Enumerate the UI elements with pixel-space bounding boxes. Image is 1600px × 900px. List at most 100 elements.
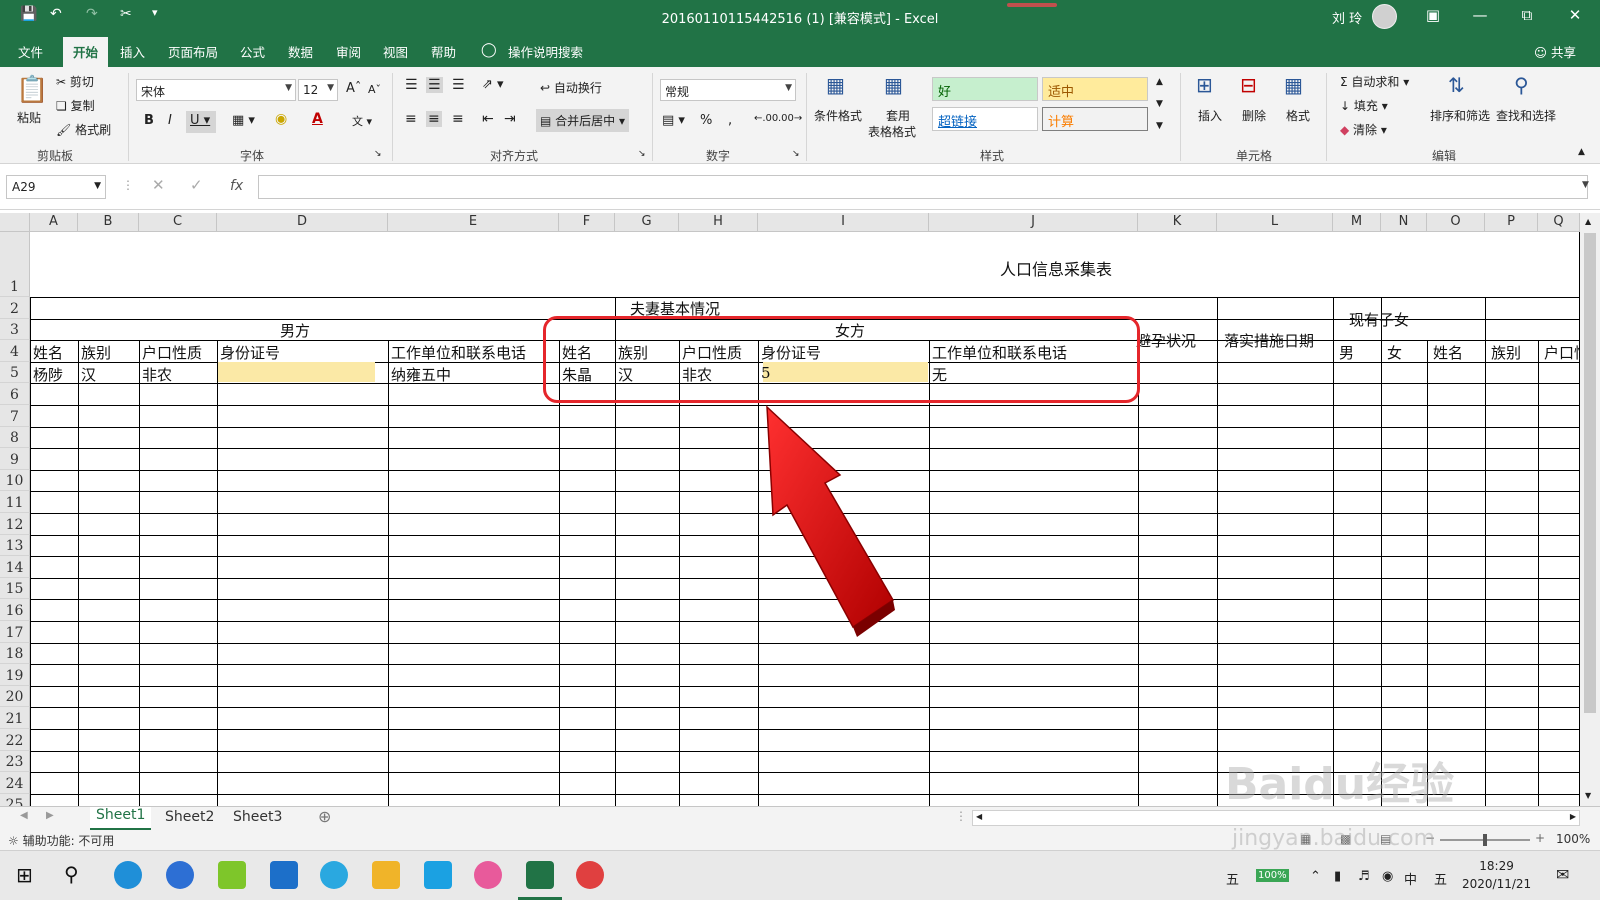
- select-all-corner[interactable]: [0, 213, 30, 232]
- app-green-icon[interactable]: [218, 861, 246, 889]
- column-header-l[interactable]: L: [1217, 213, 1333, 232]
- row-header-18[interactable]: 18: [0, 642, 30, 665]
- close-icon[interactable]: ✕: [1560, 6, 1590, 24]
- network-icon[interactable]: ◉: [1382, 869, 1393, 884]
- autosum-button[interactable]: Σ 自动求和 ▾: [1340, 73, 1409, 90]
- dialog-launcher-icon[interactable]: ↘: [374, 149, 382, 159]
- row-header-12[interactable]: 12: [0, 513, 30, 535]
- file-explorer-icon[interactable]: [372, 861, 400, 889]
- scroll-left-icon[interactable]: ◀: [976, 812, 982, 821]
- sheet-tab-2[interactable]: Sheet2: [165, 809, 214, 825]
- fill-button[interactable]: ↓ 填充 ▾: [1340, 97, 1388, 114]
- app-flame-icon[interactable]: [474, 861, 502, 889]
- tab-insert[interactable]: 插入: [120, 42, 145, 61]
- sheet-tab-3[interactable]: Sheet3: [233, 809, 282, 825]
- battery-icon[interactable]: ▮: [1334, 869, 1341, 884]
- row-header-3[interactable]: 3: [0, 318, 30, 341]
- font-color-icon[interactable]: A: [312, 111, 323, 127]
- grow-font-icon[interactable]: Aˆ: [346, 81, 361, 96]
- row-header-6[interactable]: 6: [0, 383, 30, 405]
- row-header-11[interactable]: 11: [0, 491, 30, 513]
- insert-function-icon[interactable]: fx: [230, 178, 243, 194]
- scroll-down-icon[interactable]: ▼: [1585, 791, 1591, 800]
- align-right-icon[interactable]: ≡: [452, 111, 464, 127]
- battery-indicator[interactable]: 100%: [1256, 869, 1289, 882]
- avatar[interactable]: [1372, 4, 1397, 29]
- data-cell-b5[interactable]: 汉: [81, 364, 96, 385]
- tray-chevron-icon[interactable]: ⌃: [1310, 869, 1321, 884]
- edge-icon[interactable]: [114, 861, 142, 889]
- ime-icon[interactable]: 五: [1434, 869, 1447, 888]
- shrink-font-icon[interactable]: Aˇ: [368, 83, 381, 96]
- align-middle-icon[interactable]: ☰: [426, 77, 443, 93]
- clear-button[interactable]: ◆ 清除 ▾: [1340, 121, 1387, 138]
- column-header-j[interactable]: J: [929, 213, 1138, 232]
- row-header-19[interactable]: 19: [0, 664, 30, 686]
- row-header-8[interactable]: 8: [0, 426, 30, 449]
- scroll-up-icon[interactable]: ▲: [1585, 217, 1591, 226]
- styles-more-icon[interactable]: ▼: [1156, 121, 1163, 131]
- increase-indent-icon[interactable]: ⇥: [504, 111, 516, 127]
- column-header-o[interactable]: O: [1427, 213, 1485, 232]
- table-format-icon[interactable]: ▦: [884, 73, 903, 97]
- add-sheet-icon[interactable]: ⊕: [318, 807, 331, 826]
- tab-formulas[interactable]: 公式: [240, 42, 265, 61]
- merge-center-button[interactable]: ▤ 合并后居中 ▾: [536, 109, 630, 132]
- ime-mode-icon[interactable]: 五: [1226, 869, 1239, 888]
- child-header-cell[interactable]: 姓名: [1433, 342, 1463, 363]
- sort-filter-button[interactable]: 排序和筛选: [1430, 107, 1490, 124]
- column-header-g[interactable]: G: [615, 213, 679, 232]
- row-header-24[interactable]: 24: [0, 772, 30, 794]
- highlighted-cell-d5[interactable]: [218, 362, 375, 382]
- sheet-tab-1[interactable]: Sheet1: [90, 807, 152, 830]
- app-blue-icon[interactable]: [424, 861, 452, 889]
- style-neutral[interactable]: 适中: [1042, 77, 1148, 101]
- row-header-15[interactable]: 15: [0, 577, 30, 600]
- row-header-17[interactable]: 17: [0, 621, 30, 643]
- cut-button[interactable]: ✂ 剪切: [56, 73, 94, 90]
- child-header-cell[interactable]: 男: [1339, 342, 1354, 363]
- delete-cells-icon[interactable]: ⊟: [1240, 73, 1257, 97]
- header-cell-c4[interactable]: 户口性质: [142, 342, 202, 363]
- align-left-icon[interactable]: ≡: [405, 111, 417, 127]
- row-header-13[interactable]: 13: [0, 534, 30, 557]
- column-header-p[interactable]: P: [1485, 213, 1538, 232]
- child-header-cell[interactable]: 族别: [1491, 342, 1521, 363]
- collapse-ribbon-icon[interactable]: ▲: [1578, 147, 1585, 157]
- input-language[interactable]: 中: [1404, 869, 1417, 888]
- fill-color-icon[interactable]: ◉: [275, 111, 287, 127]
- column-header-i[interactable]: I: [758, 213, 929, 232]
- header-cell-e4[interactable]: 工作单位和联系电话: [391, 342, 526, 363]
- scroll-right-icon[interactable]: ▶: [1570, 812, 1576, 821]
- row-header-14[interactable]: 14: [0, 556, 30, 578]
- ribbon-display-icon[interactable]: ▣: [1418, 6, 1448, 24]
- style-good[interactable]: 好: [932, 77, 1038, 101]
- align-top-icon[interactable]: ☰: [405, 77, 418, 93]
- comma-icon[interactable]: ,: [728, 113, 732, 128]
- row-header-21[interactable]: 21: [0, 707, 30, 729]
- decrease-indent-icon[interactable]: ⇤: [482, 111, 494, 127]
- row-header-16[interactable]: 16: [0, 599, 30, 621]
- minimize-icon[interactable]: —: [1465, 6, 1495, 24]
- child-header-cell[interactable]: 女: [1387, 342, 1402, 363]
- orientation-icon[interactable]: ⇗ ▾: [482, 77, 504, 92]
- row-header-7[interactable]: 7: [0, 405, 30, 427]
- row-header-10[interactable]: 10: [0, 469, 30, 492]
- mail-icon[interactable]: [270, 861, 298, 889]
- tell-me-search[interactable]: 操作说明搜索: [508, 42, 583, 61]
- formula-input[interactable]: [258, 175, 1588, 199]
- app-red-icon[interactable]: [576, 861, 604, 889]
- dialog-launcher-icon[interactable]: ↘: [638, 149, 646, 159]
- row-header-20[interactable]: 20: [0, 685, 30, 708]
- tab-file[interactable]: 文件: [18, 42, 43, 61]
- tab-review[interactable]: 审阅: [336, 42, 361, 61]
- format-table-button-line1[interactable]: 套用: [886, 107, 910, 124]
- styles-scroll-up-icon[interactable]: ▲: [1156, 77, 1163, 87]
- notification-icon[interactable]: ✉: [1556, 865, 1569, 884]
- column-header-h[interactable]: H: [679, 213, 758, 232]
- name-box[interactable]: A29 ▼: [6, 175, 106, 199]
- data-cell-e5[interactable]: 纳雍五中: [391, 364, 451, 385]
- search-icon[interactable]: ⚲: [1514, 73, 1529, 97]
- tab-page-layout[interactable]: 页面布局: [168, 42, 218, 61]
- delete-cells-button[interactable]: 删除: [1242, 107, 1266, 124]
